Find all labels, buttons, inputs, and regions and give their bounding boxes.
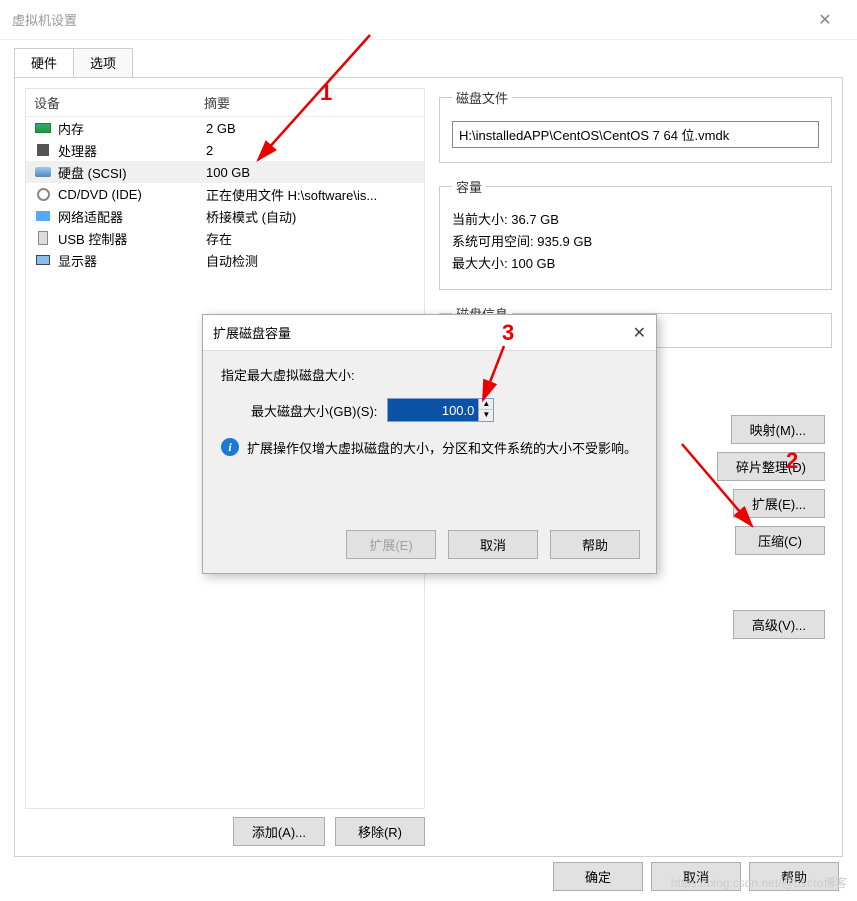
dialog-info-text: 扩展操作仅增大虚拟磁盘的大小，分区和文件系统的大小不受影响。 xyxy=(247,438,637,457)
window-title: 虚拟机设置 xyxy=(12,10,77,29)
hardware-list-header: 设备 摘要 xyxy=(26,89,424,117)
hardware-row-usb[interactable]: USB 控制器 存在 xyxy=(26,227,424,249)
dialog-expand-button[interactable]: 扩展(E) xyxy=(346,530,436,559)
dialog-help-button[interactable]: 帮助 xyxy=(550,530,640,559)
compact-button[interactable]: 压缩(C) xyxy=(735,526,825,555)
current-size: 当前大小: 36.7 GB xyxy=(452,209,819,228)
hardware-row-disk[interactable]: 硬盘 (SCSI) 100 GB xyxy=(26,161,424,183)
ok-button[interactable]: 确定 xyxy=(553,862,643,891)
max-size-input[interactable] xyxy=(388,399,478,421)
hdd-icon xyxy=(34,165,52,179)
max-size-field-row: 最大磁盘大小(GB)(S): ▲ ▼ xyxy=(251,398,638,422)
defrag-button[interactable]: 碎片整理(D) xyxy=(717,452,825,481)
close-icon[interactable]: ✕ xyxy=(805,10,845,30)
cpu-icon xyxy=(34,143,52,157)
add-button[interactable]: 添加(A)... xyxy=(233,817,325,846)
tab-options[interactable]: 选项 xyxy=(73,48,133,77)
tabs: 硬件 选项 xyxy=(14,48,857,77)
spinner-buttons[interactable]: ▲ ▼ xyxy=(478,399,493,421)
disk-file-field[interactable]: H:\installedAPP\CentOS\CentOS 7 64 位.vmd… xyxy=(452,121,819,148)
expand-dialog: 扩展磁盘容量 ✕ 指定最大虚拟磁盘大小: 最大磁盘大小(GB)(S): ▲ ▼ … xyxy=(202,314,657,574)
max-size: 最大大小: 100 GB xyxy=(452,253,819,272)
watermark: https://blog.csdn.net/@51cto博客 xyxy=(671,874,847,891)
dialog-title: 扩展磁盘容量 xyxy=(213,323,291,342)
dialog-cancel-button[interactable]: 取消 xyxy=(448,530,538,559)
expand-button[interactable]: 扩展(E)... xyxy=(733,489,825,518)
hardware-row-cddvd[interactable]: CD/DVD (IDE) 正在使用文件 H:\software\is... xyxy=(26,183,424,205)
max-size-spinner[interactable]: ▲ ▼ xyxy=(387,398,494,422)
remove-button[interactable]: 移除(R) xyxy=(335,817,425,846)
hardware-row-memory[interactable]: 内存 2 GB xyxy=(26,117,424,139)
dialog-buttons: 扩展(E) 取消 帮助 xyxy=(346,530,640,559)
disk-utilities: 映射(M)... 碎片整理(D) 扩展(E)... 压缩(C) xyxy=(717,415,825,555)
col-device: 设备 xyxy=(34,93,204,112)
max-size-label: 最大磁盘大小(GB)(S): xyxy=(251,401,377,420)
disk-file-group: 磁盘文件 H:\installedAPP\CentOS\CentOS 7 64 … xyxy=(439,88,832,163)
info-icon: i xyxy=(221,438,239,456)
usb-icon xyxy=(34,231,52,245)
hardware-row-network[interactable]: 网络适配器 桥接模式 (自动) xyxy=(26,205,424,227)
advanced-button[interactable]: 高级(V)... xyxy=(733,610,825,639)
cd-icon xyxy=(34,187,52,201)
dialog-close-icon[interactable]: ✕ xyxy=(633,323,646,343)
spinner-up-icon[interactable]: ▲ xyxy=(479,399,493,410)
dialog-prompt: 指定最大虚拟磁盘大小: xyxy=(221,365,638,384)
disk-file-legend: 磁盘文件 xyxy=(452,88,512,107)
dialog-info: i 扩展操作仅增大虚拟磁盘的大小，分区和文件系统的大小不受影响。 xyxy=(221,438,638,457)
col-summary: 摘要 xyxy=(204,93,230,112)
map-button[interactable]: 映射(M)... xyxy=(731,415,825,444)
hardware-row-cpu[interactable]: 处理器 2 xyxy=(26,139,424,161)
free-space: 系统可用空间: 935.9 GB xyxy=(452,231,819,250)
spinner-down-icon[interactable]: ▼ xyxy=(479,410,493,421)
capacity-legend: 容量 xyxy=(452,177,486,196)
network-icon xyxy=(34,209,52,223)
display-icon xyxy=(34,253,52,267)
hardware-row-display[interactable]: 显示器 自动检测 xyxy=(26,249,424,271)
tab-hardware[interactable]: 硬件 xyxy=(14,48,74,77)
capacity-group: 容量 当前大小: 36.7 GB 系统可用空间: 935.9 GB 最大大小: … xyxy=(439,177,832,290)
dialog-titlebar: 扩展磁盘容量 ✕ xyxy=(203,315,656,351)
ram-icon xyxy=(34,121,52,135)
window-titlebar: 虚拟机设置 ✕ xyxy=(0,0,857,40)
